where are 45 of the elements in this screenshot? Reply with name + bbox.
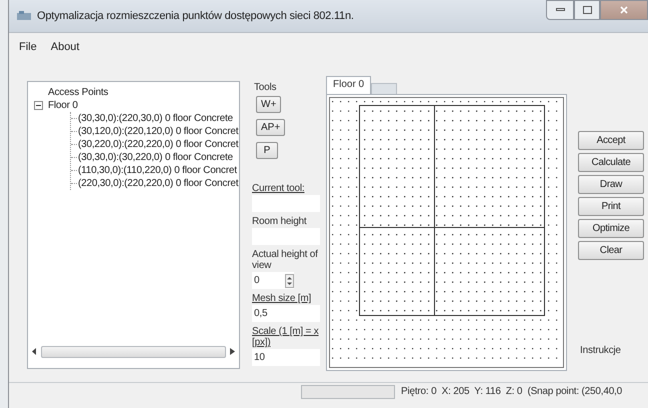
tree-item[interactable]: (30,30,0):(30,220,0) 0 floor Concrete (78, 152, 233, 163)
tree-item[interactable]: (30,120,0):(220,120,0) 0 floor Concret (78, 126, 238, 137)
menu-item[interactable]: File (19, 41, 37, 61)
action-button[interactable]: Calculate (578, 153, 644, 172)
tool-button[interactable]: W+ (256, 96, 282, 113)
field-label: Actual height of view (252, 249, 319, 271)
maximize-icon (582, 6, 592, 14)
drawing-canvas[interactable] (329, 97, 564, 368)
app-icon (17, 11, 31, 21)
scrollbar-thumb[interactable] (41, 346, 226, 358)
tree-item[interactable]: Floor 0 (48, 100, 78, 111)
tools-label: Tools (254, 82, 278, 93)
scroll-right-icon[interactable] (230, 348, 235, 355)
tool-button[interactable]: AP+ (256, 119, 286, 136)
tree-item[interactable]: (30,30,0):(220,30,0) 0 floor Concrete (78, 113, 233, 124)
close-button[interactable] (600, 0, 648, 20)
tool-button[interactable]: P (256, 142, 278, 159)
action-button[interactable]: Accept (578, 131, 644, 150)
menu-item[interactable]: About (50, 41, 80, 61)
collapse-icon[interactable] (34, 101, 43, 110)
field-label: Scale (1 [m] = x [px]) (252, 326, 320, 348)
field-label: Mesh size [m] (252, 293, 312, 304)
input-field[interactable]: 0,5 (252, 305, 320, 322)
spin-field[interactable]: 0 (252, 272, 294, 289)
spin-arrows-icon[interactable] (285, 274, 294, 288)
action-button[interactable]: Print (578, 197, 644, 216)
minimize-icon (556, 8, 564, 12)
action-button[interactable]: Optimize (578, 219, 644, 238)
instructions-label: Instrukcje (580, 345, 622, 356)
maximize-button[interactable] (574, 0, 600, 20)
tree-item[interactable]: Access Points (48, 87, 108, 98)
field-label: Room height (252, 216, 308, 227)
scroll-left-icon[interactable] (32, 348, 37, 355)
field-label: Current tool: (252, 183, 306, 194)
window-title: Optymalizacja rozmieszczenia punktów dostępowych sieci 802.11n. (37, 10, 354, 22)
tree-item[interactable]: (220,30,0):(220,220,0) 0 floor Concret (78, 178, 238, 189)
tree-item[interactable]: (30,220,0):(220,220,0) 0 floor Concret (78, 139, 238, 150)
status-text: Piętro: 0 X: 205 Y: 116 Z: 0 (Snap point: (250,40,0 (401, 386, 622, 397)
action-button[interactable]: Draw (578, 175, 644, 194)
minimize-button[interactable] (546, 0, 574, 20)
action-button[interactable]: Clear (578, 241, 644, 260)
tab[interactable]: Floor 0 (326, 76, 372, 94)
close-icon (620, 6, 628, 14)
input-field[interactable]: 10 (252, 349, 320, 366)
tree-item[interactable]: (110,30,0):(110,220,0) 0 floor Concret (78, 165, 237, 176)
